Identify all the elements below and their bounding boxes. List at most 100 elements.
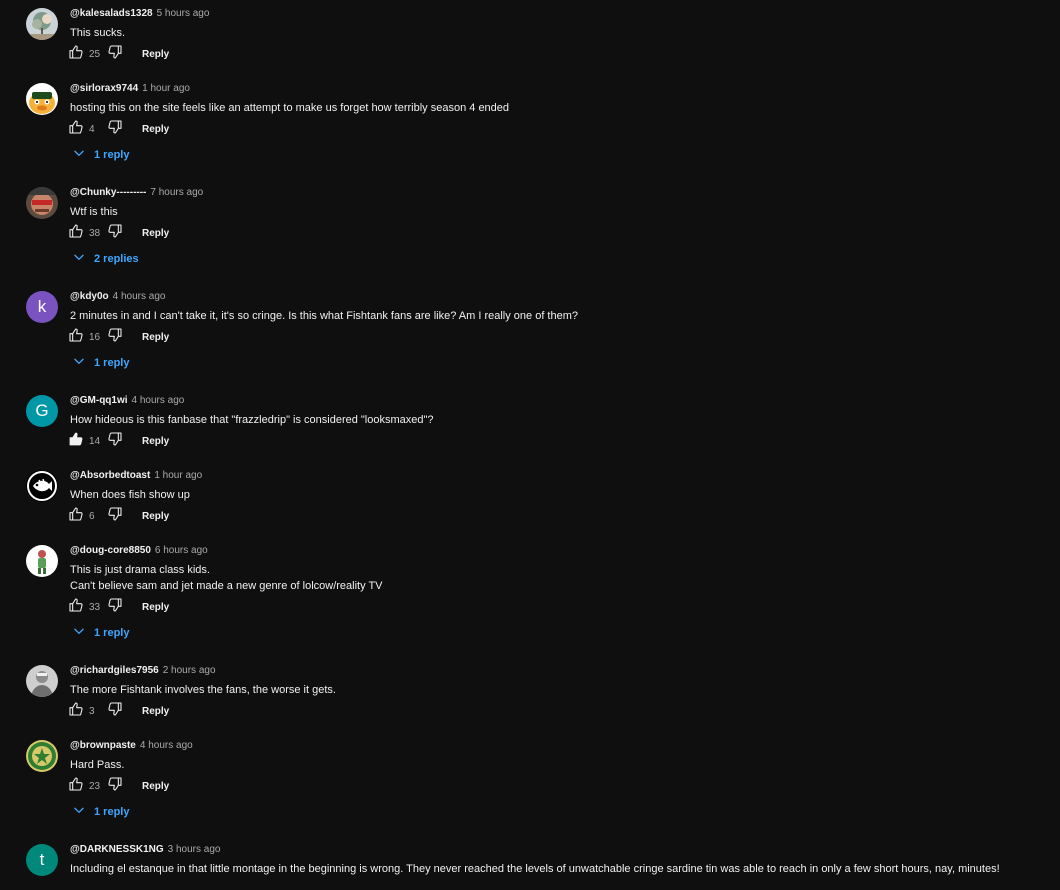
- dislike-button[interactable]: [107, 597, 123, 615]
- like-button[interactable]: [68, 432, 84, 449]
- comment-text: This is just drama class kids.: [70, 564, 210, 576]
- like-button[interactable]: [68, 776, 84, 794]
- reply-button[interactable]: Reply: [142, 228, 169, 239]
- like-count: 23: [89, 780, 101, 792]
- avatar-letter: k: [37, 297, 47, 316]
- author-name[interactable]: @Absorbedtoast: [70, 470, 150, 481]
- comment-text: Hard Pass.: [70, 759, 125, 771]
- view-replies-button[interactable]: 1 reply: [72, 355, 129, 371]
- avatar[interactable]: t: [26, 844, 58, 876]
- thumbs-down-icon: [107, 119, 123, 140]
- cartoon-duck-icon: [26, 83, 58, 115]
- comment-header: @kdy0o 4 hours ago: [70, 291, 165, 303]
- reply-button[interactable]: Reply: [142, 332, 169, 343]
- avatar[interactable]: [26, 740, 58, 772]
- comment-actions: 16 Reply: [68, 327, 169, 348]
- comment-header: @sirlorax9744 1 hour ago: [70, 83, 190, 95]
- avatar[interactable]: [26, 665, 58, 697]
- view-replies-button[interactable]: 1 reply: [72, 147, 129, 163]
- like-count: 33: [89, 601, 101, 613]
- like-count: 4: [89, 123, 95, 135]
- reply-button[interactable]: Reply: [142, 602, 169, 613]
- avatar[interactable]: [26, 470, 58, 502]
- avatar[interactable]: k: [26, 291, 58, 323]
- like-count: 25: [89, 48, 101, 60]
- comment-header: @GM-qq1wi 4 hours ago: [70, 395, 184, 407]
- avatar[interactable]: G: [26, 395, 58, 427]
- replies-count-label: 1 reply: [94, 627, 130, 639]
- comment-header: @kalesalads1328 5 hours ago: [70, 8, 209, 20]
- like-count: 16: [89, 331, 101, 343]
- dislike-button[interactable]: [107, 44, 123, 62]
- reply-button[interactable]: Reply: [142, 706, 169, 717]
- thumbs-down-icon: [107, 431, 123, 452]
- view-replies-button[interactable]: 1 reply: [72, 625, 129, 641]
- comment-timestamp[interactable]: 2 hours ago: [163, 665, 216, 676]
- comment-text: 2 minutes in and I can't take it, it's s…: [70, 310, 578, 322]
- thumbs-down-icon: [107, 776, 123, 797]
- comment-timestamp[interactable]: 5 hours ago: [157, 8, 210, 19]
- like-button[interactable]: [68, 701, 84, 719]
- replies-count-label: 1 reply: [94, 806, 130, 818]
- author-name[interactable]: @kdy0o: [70, 291, 109, 302]
- like-button[interactable]: [68, 119, 84, 137]
- like-count: 14: [89, 435, 101, 447]
- comment-header: @Chunky--------- 7 hours ago: [70, 187, 203, 199]
- comment-actions: 4 Reply: [68, 119, 169, 140]
- comment-timestamp[interactable]: 4 hours ago: [140, 740, 193, 751]
- reply-button[interactable]: Reply: [142, 49, 169, 60]
- like-button[interactable]: [68, 44, 84, 65]
- chevron-down-icon: [72, 146, 86, 165]
- chevron-down-icon: [72, 250, 86, 269]
- author-name[interactable]: @kalesalads1328: [70, 8, 153, 19]
- view-replies-button[interactable]: 2 replies: [72, 251, 139, 267]
- comment-timestamp[interactable]: 3 hours ago: [168, 844, 221, 855]
- thumbs-up-icon: [68, 597, 84, 618]
- comment-text: This sucks.: [70, 27, 126, 39]
- view-replies-button[interactable]: 1 reply: [72, 804, 129, 820]
- comment-timestamp[interactable]: 1 hour ago: [142, 83, 190, 94]
- like-button[interactable]: [68, 223, 84, 244]
- dislike-button[interactable]: [107, 119, 123, 140]
- comment-timestamp[interactable]: 4 hours ago: [132, 395, 185, 406]
- author-name[interactable]: @DARKNESSK1NG: [70, 844, 164, 855]
- reply-button[interactable]: Reply: [142, 511, 169, 522]
- thumbs-up-icon: [68, 223, 84, 244]
- chevron-down-icon: [72, 803, 86, 822]
- avatar[interactable]: [26, 83, 58, 115]
- like-button[interactable]: [68, 506, 84, 524]
- thumbs-down-icon: [107, 327, 123, 348]
- author-name[interactable]: @GM-qq1wi: [70, 395, 128, 406]
- avatar[interactable]: [26, 545, 58, 577]
- like-count: 38: [89, 227, 101, 239]
- author-name[interactable]: @doug-core8850: [70, 545, 151, 556]
- reply-button[interactable]: Reply: [142, 436, 169, 447]
- like-button[interactable]: [68, 327, 84, 345]
- avatar[interactable]: [26, 187, 58, 219]
- author-name[interactable]: @richardgiles7956: [70, 665, 159, 676]
- comment-header: @DARKNESSK1NG 3 hours ago: [70, 844, 220, 856]
- comment-text: How hideous is this fanbase that "frazzl…: [70, 414, 434, 426]
- avatar[interactable]: [26, 8, 58, 40]
- comment-timestamp[interactable]: 6 hours ago: [155, 545, 208, 556]
- comment-header: @Absorbedtoast 1 hour ago: [70, 470, 202, 482]
- dislike-button[interactable]: [107, 506, 123, 527]
- comment-timestamp[interactable]: 4 hours ago: [113, 291, 166, 302]
- thumbs-down-icon: [107, 701, 123, 722]
- author-name[interactable]: @brownpaste: [70, 740, 136, 751]
- thumbs-up-icon: [68, 44, 84, 65]
- thumbs-down-icon: [107, 506, 123, 527]
- emblem-badge-icon: [26, 740, 58, 772]
- author-name[interactable]: @sirlorax9744: [70, 83, 138, 94]
- comment-timestamp[interactable]: 1 hour ago: [154, 470, 202, 481]
- dislike-button[interactable]: [107, 776, 123, 797]
- dislike-button[interactable]: [107, 223, 123, 241]
- like-button[interactable]: [68, 597, 84, 618]
- comment-timestamp[interactable]: 7 hours ago: [150, 187, 203, 198]
- author-name[interactable]: @Chunky---------: [70, 187, 146, 198]
- dislike-button[interactable]: [107, 701, 123, 722]
- reply-button[interactable]: Reply: [142, 781, 169, 792]
- dislike-button[interactable]: [107, 327, 123, 348]
- dislike-button[interactable]: [107, 431, 123, 452]
- reply-button[interactable]: Reply: [142, 124, 169, 135]
